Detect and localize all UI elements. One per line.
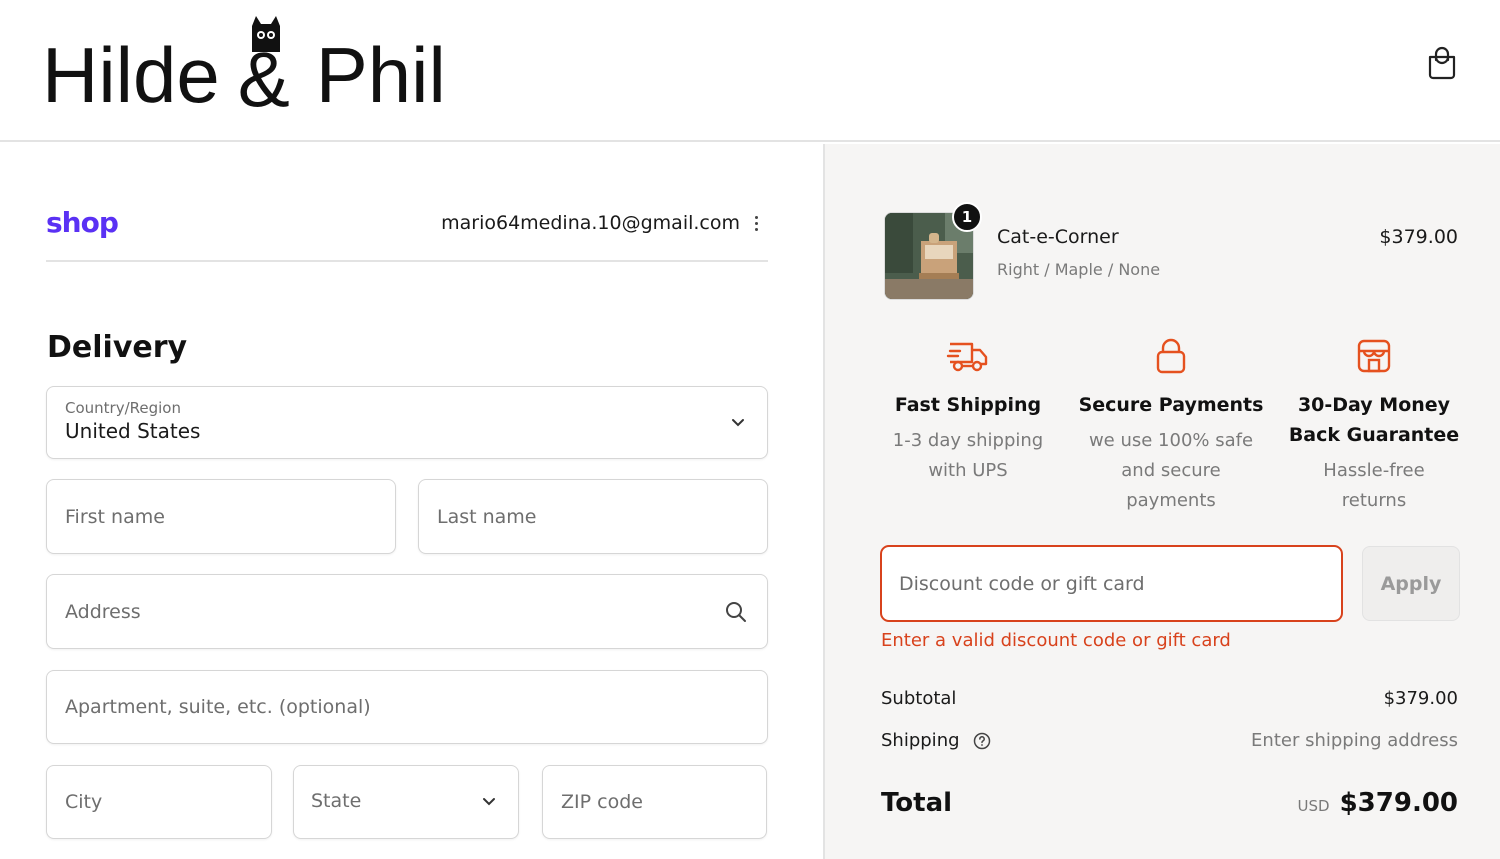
discount-code-input[interactable] [882,547,1341,620]
checkout-form-panel: shop mario64medina.10@gmail.com Delivery… [0,144,823,859]
city-input[interactable] [47,766,271,838]
total-value: $379.00 [1339,788,1458,818]
shipping-value: Enter shipping address [1251,730,1458,751]
product-price: $379.00 [1379,226,1458,248]
feature-title: Fast Shipping [894,394,1042,416]
feature-secure-payments: Secure Payments we use 100% safe and sec… [1076,338,1266,516]
logo-ampersand-mark: & [238,14,300,118]
state-select[interactable]: State [293,765,519,839]
product-variant: Right / Maple / None [997,260,1161,279]
feature-description: we use 100% safe and secure payments [1076,426,1266,516]
delivery-truck-icon [946,342,988,372]
discount-code-field[interactable] [880,545,1343,622]
feature-title: Secure Payments [1078,394,1264,416]
brand-logo[interactable]: Hilde & Phil [42,14,446,119]
cat-icon [251,16,280,52]
discount-error-message: Enter a valid discount code or gift card [881,630,1231,651]
feature-title-line: Back Guarantee [1288,424,1460,446]
shipping-label: Shipping [881,730,960,751]
kebab-menu-icon[interactable] [746,210,766,236]
feature-title: 30-Day Money Back Guarantee [1279,390,1469,450]
chevron-down-icon [732,418,744,426]
delivery-heading: Delivery [47,330,188,365]
apartment-input[interactable] [47,671,767,743]
address-input[interactable] [47,575,767,648]
subtotal-value: $379.00 [1383,688,1458,709]
first-name-input[interactable] [47,480,395,553]
cart-button[interactable] [1424,44,1460,82]
shop-account-row: shop mario64medina.10@gmail.com [46,200,768,262]
country-select[interactable]: Country/Region United States [46,386,768,459]
total-label: Total [881,788,953,818]
feature-fast-shipping: Fast Shipping 1-3 day shipping with UPS [873,338,1063,486]
address-field[interactable] [46,574,768,649]
last-name-input[interactable] [419,480,767,553]
shipping-label-row: Shipping [881,730,991,751]
account-email: mario64medina.10@gmail.com [441,212,740,234]
chevron-down-icon [483,798,495,806]
lock-icon [1156,338,1186,374]
feature-description: Hassle-free returns [1279,456,1469,516]
logo-left-word: Hilde [42,31,220,119]
feature-desc-line: we use 100% safe [1088,430,1254,451]
feature-money-back: 30-Day Money Back Guarantee Hassle-free … [1279,338,1469,516]
country-label: Country/Region [65,399,181,417]
last-name-field[interactable] [418,479,768,554]
subtotal-label: Subtotal [881,688,957,709]
quantity-badge: 1 [952,202,982,232]
feature-desc-line: 1-3 day shipping [892,430,1044,451]
search-icon [726,602,746,622]
state-value: State [311,790,362,812]
feature-desc-line: and secure [1121,460,1221,481]
feature-desc-line: with UPS [928,460,1008,481]
city-field[interactable] [46,765,272,839]
total-amount: USD $379.00 [1298,788,1458,818]
zip-field[interactable] [542,765,767,839]
feature-title-line: 30-Day Money [1297,394,1451,416]
shopping-bag-icon [1428,46,1456,80]
order-summary-panel: 1 Cat-e-Corner Right / Maple / None $379… [823,144,1500,859]
shop-pay-logo: shop [46,206,119,239]
apply-discount-button[interactable]: Apply [1362,546,1460,621]
apartment-field[interactable] [46,670,768,744]
zip-input[interactable] [543,766,766,838]
product-name: Cat-e-Corner [997,226,1119,248]
site-header: Hilde & Phil [0,0,1500,142]
country-value: United States [65,419,201,443]
feature-desc-line: returns [1341,490,1407,511]
feature-desc-line: Hassle-free [1323,460,1425,481]
feature-description: 1-3 day shipping with UPS [873,426,1063,486]
logo-right-word: Phil [315,31,446,119]
help-circle-icon[interactable] [973,732,991,750]
first-name-field[interactable] [46,479,396,554]
store-icon [1357,339,1391,373]
total-currency: USD [1297,797,1330,815]
feature-desc-line: payments [1126,490,1216,511]
